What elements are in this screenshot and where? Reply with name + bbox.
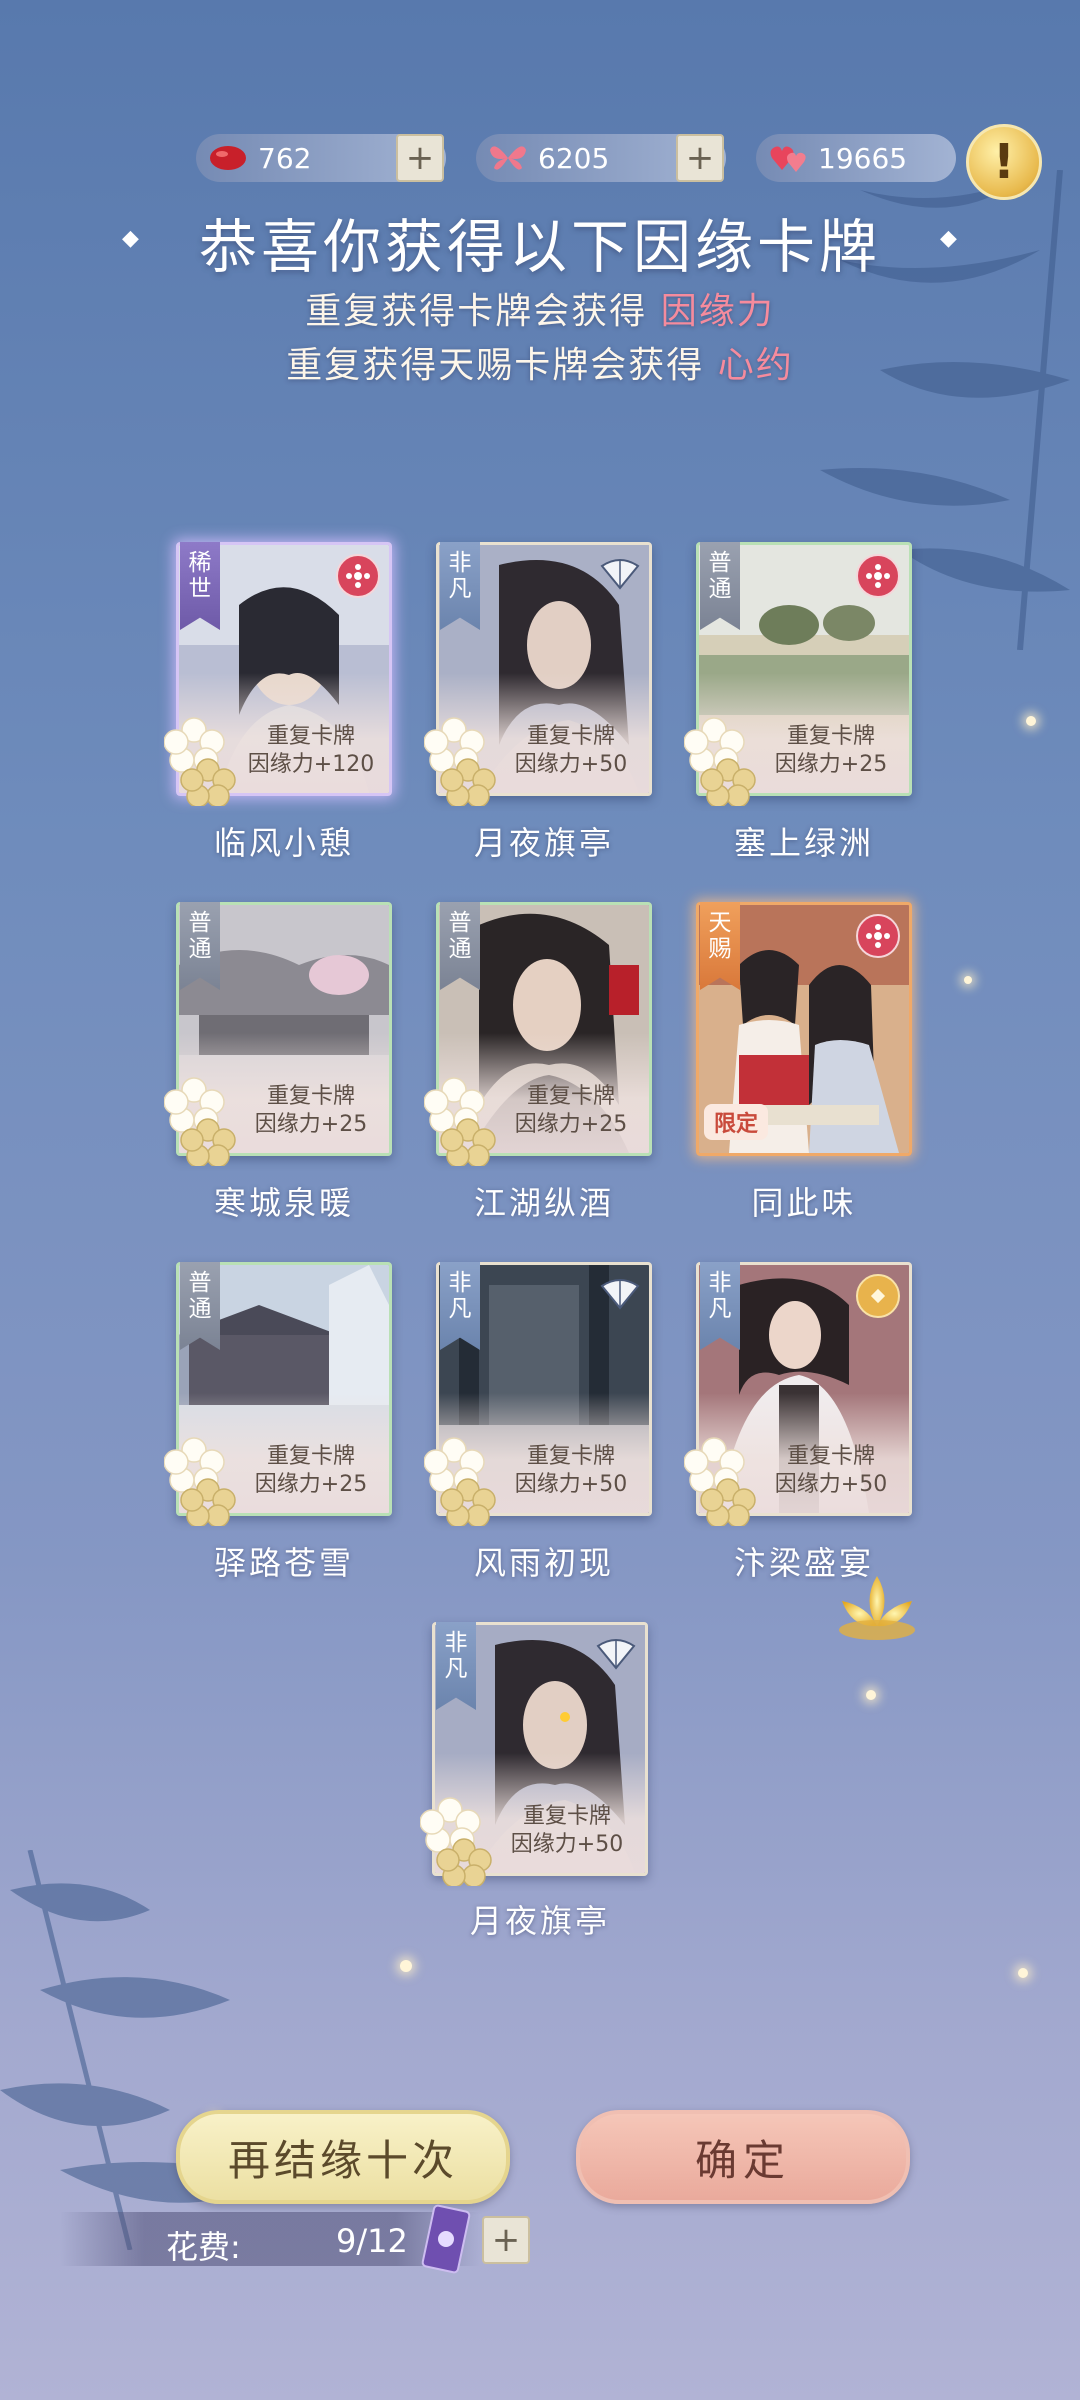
bonus-label: 因缘力+25 [774,752,888,777]
card-5[interactable]: 普通 重复卡牌 因缘力+25 [424,902,652,1166]
fan-emblem-icon [600,554,640,594]
bonus-label: 因缘力+25 [514,1112,628,1137]
card-name: 月夜旗亭 [469,1902,610,1940]
card-1[interactable]: 稀世 重复卡牌 因缘力+120 [164,542,392,806]
sparkle [1026,716,1036,726]
rarity-badge: 非凡 [440,1262,480,1350]
card-name: 风雨初现 [473,1544,614,1582]
rarity-badge: 非凡 [436,1622,476,1710]
page-title: 恭喜你获得以下因缘卡牌 [198,213,881,281]
currency-butterfly: 6205 + [476,134,726,182]
card-name: 驿路苍雪 [213,1544,354,1582]
subtitle-line-1: 重复获得卡牌会获得 因缘力 [305,291,775,332]
card-name: 江湖纵酒 [473,1184,614,1222]
rarity-badge: 普通 [440,902,480,990]
confirm-button[interactable]: 确定 [576,2110,910,2204]
bonus-label: 因缘力+25 [254,1472,368,1497]
card-name: 月夜旗亭 [473,824,614,862]
add-butterfly-button[interactable]: + [676,134,724,182]
card-6[interactable]: 天赐 限定 [696,902,912,1156]
ticket-icon [421,2204,471,2274]
cost-bar [60,2212,480,2266]
rarity-badge: 非凡 [440,542,480,630]
card-8[interactable]: 非凡 重复卡牌 因缘力+50 [424,1262,652,1526]
bonus-label: 因缘力+50 [510,1832,624,1857]
card-name: 汴梁盛宴 [733,1544,874,1582]
card-7[interactable]: 普通 重复卡牌 因缘力+25 [164,1262,392,1526]
card-2[interactable]: 非凡 重复卡牌 因缘力+50 [424,542,652,806]
bonus-label: 因缘力+120 [247,752,375,777]
diamond-ornament-right: ◆ [940,226,957,251]
rarity-badge: 稀世 [180,542,220,630]
bonus-label: 因缘力+50 [514,1472,628,1497]
flower-emblem-icon [336,554,380,598]
card-name: 寒城泉暖 [213,1184,354,1222]
card-9[interactable]: 非凡 重复卡牌 因缘力+50 [684,1262,912,1526]
flower-emblem-icon [856,554,900,598]
butterfly-count: 6205 [538,141,610,175]
card-name: 同此味 [751,1184,857,1222]
add-red-bean-button[interactable]: + [396,134,444,182]
sparkle [400,1960,412,1972]
bonus-label: 因缘力+50 [774,1472,888,1497]
rarity-badge: 普通 [700,542,740,630]
cost-label: 花费: [166,2228,241,2266]
fan-emblem-icon [596,1634,636,1674]
butterfly-icon [486,136,530,180]
sparkle [866,1690,876,1700]
draw-again-button[interactable]: 再结缘十次 [176,2110,510,2204]
sparkle [964,976,972,984]
rarity-badge: 普通 [180,902,220,990]
cost-value: 9/12 [336,2222,408,2260]
rarity-badge: 天赐 [700,902,740,990]
currency-hearts: 19665 [756,134,956,182]
red-bean-count: 762 [258,141,312,175]
card-name: 临风小憩 [213,824,354,862]
sparkle [1018,1968,1028,1978]
alert-button[interactable]: ! [966,124,1042,200]
red-bean-icon [206,136,250,180]
hearts-count: 19665 [818,141,908,175]
currency-red-bean: 762 + [196,134,446,182]
card-4[interactable]: 普通 重复卡牌 因缘力+25 [164,902,392,1166]
bonus-label: 因缘力+50 [514,752,628,777]
subtitle-line-2: 重复获得天赐卡牌会获得 心约 [286,345,794,386]
fan-emblem-icon [600,1274,640,1314]
rarity-badge: 普通 [180,1262,220,1350]
coin-emblem-icon [856,1274,900,1318]
rarity-badge: 非凡 [700,1262,740,1350]
limited-tag: 限定 [704,1104,769,1140]
flower-emblem-icon [856,914,900,958]
add-ticket-button[interactable]: + [482,2216,530,2264]
bonus-label: 因缘力+25 [254,1112,368,1137]
card-10[interactable]: 非凡 重复卡牌 因缘力+50 [420,1622,648,1886]
card-3[interactable]: 普通 重复卡牌 因缘力+25 [684,542,912,806]
hearts-icon [766,136,810,180]
card-name: 塞上绿洲 [733,824,874,862]
